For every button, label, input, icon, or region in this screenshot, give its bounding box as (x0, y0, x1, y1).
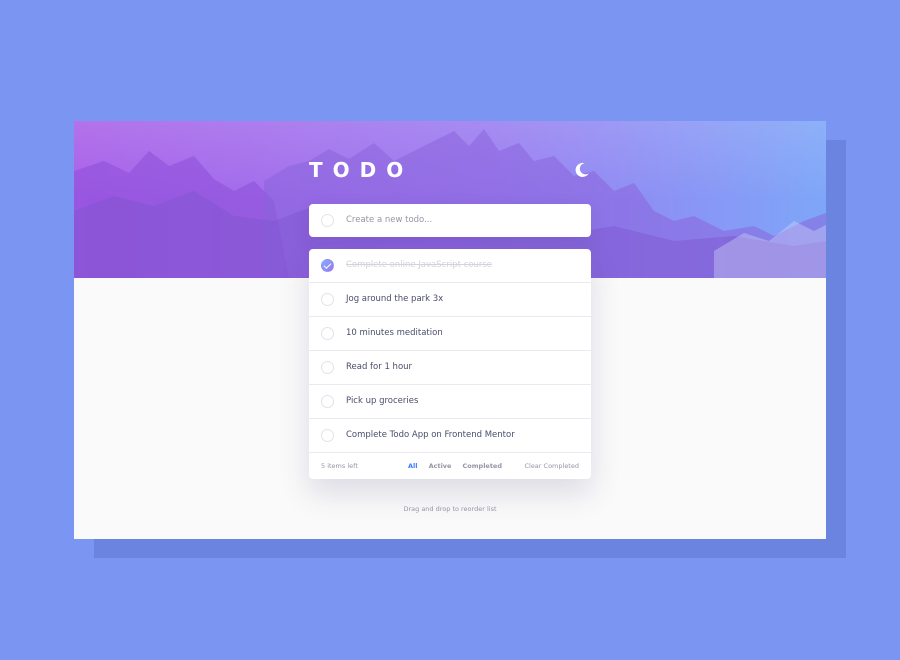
new-todo-input[interactable] (346, 211, 581, 229)
todo-item[interactable]: Complete Todo App on Frontend Mentor (309, 419, 591, 453)
unchecked-circle-icon[interactable] (321, 429, 334, 442)
app-title: TODO (309, 158, 414, 182)
todo-item-text: Complete online JavaScript course (346, 260, 493, 270)
todo-item-text: Complete Todo App on Frontend Mentor (346, 430, 515, 440)
filter-all-button[interactable]: All (408, 462, 418, 470)
todo-item-text: Read for 1 hour (346, 362, 413, 372)
todo-item[interactable]: Read for 1 hour (309, 351, 591, 385)
unchecked-circle-icon[interactable] (321, 327, 334, 340)
filter-completed-button[interactable]: Completed (463, 462, 502, 470)
filter-group: All Active Completed (408, 462, 511, 470)
todo-footer: 5 items left All Active Completed Clear … (309, 453, 591, 479)
items-left-count: 5 items left (321, 462, 358, 470)
new-todo-circle-icon (321, 214, 334, 227)
moon-icon[interactable] (573, 161, 591, 179)
todo-item[interactable]: Complete online JavaScript course (309, 249, 591, 283)
filter-active-button[interactable]: Active (429, 462, 452, 470)
todo-item-text: 10 minutes meditation (346, 328, 443, 338)
clear-completed-button[interactable]: Clear Completed (524, 462, 579, 470)
new-todo-bar (309, 204, 591, 237)
unchecked-circle-icon[interactable] (321, 395, 334, 408)
unchecked-circle-icon[interactable] (321, 293, 334, 306)
todo-item-text: Jog around the park 3x (346, 294, 444, 304)
drag-drop-hint: Drag and drop to reorder list (403, 505, 497, 513)
page-background: TODO Complete online JavaScript course J… (0, 0, 900, 660)
unchecked-circle-icon[interactable] (321, 361, 334, 374)
todo-item[interactable]: 10 minutes meditation (309, 317, 591, 351)
todo-item[interactable]: Jog around the park 3x (309, 283, 591, 317)
app-header: TODO (309, 157, 591, 187)
todo-list: Complete online JavaScript course Jog ar… (309, 249, 591, 479)
todo-app: TODO Complete online JavaScript course J… (74, 121, 826, 539)
todo-item[interactable]: Pick up groceries (309, 385, 591, 419)
todo-item-text: Pick up groceries (346, 396, 419, 406)
